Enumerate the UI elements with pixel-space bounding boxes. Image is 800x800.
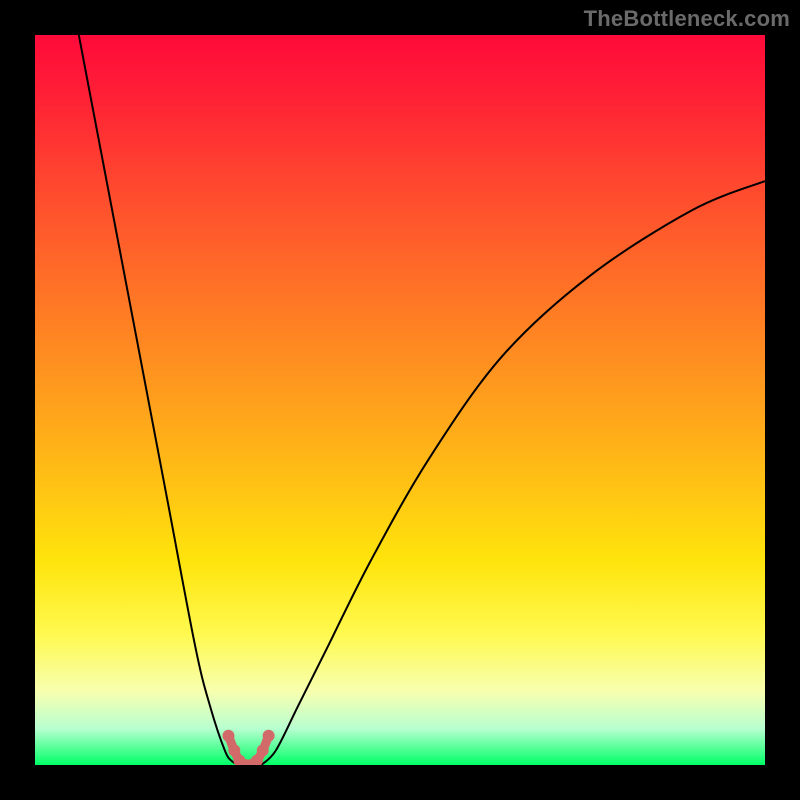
optimal-dot [263,730,275,742]
optimal-dot [228,744,240,756]
optimal-dot [257,744,269,756]
chart-frame: TheBottleneck.com [0,0,800,800]
curve-right [261,181,765,765]
chart-canvas [35,35,765,765]
optimal-dot [222,730,234,742]
watermark-text: TheBottleneck.com [584,6,790,32]
curve-left [79,35,240,765]
